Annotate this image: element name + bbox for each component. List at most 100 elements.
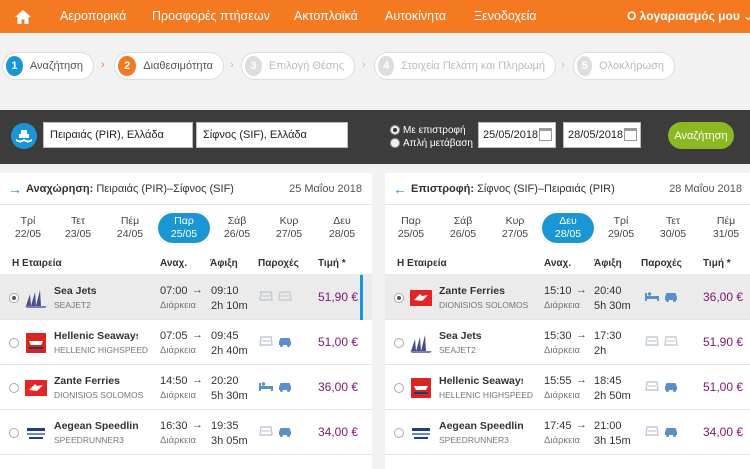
- chevron-right-icon: ›: [561, 59, 565, 71]
- outbound-header: → Αναχώρηση: Πειραιάς (PIR)–Σίφνος (SIF)…: [0, 173, 372, 205]
- outbound-title: Αναχώρηση:: [26, 183, 94, 195]
- day-tab[interactable]: Σάβ 26/05: [211, 213, 263, 243]
- col-price[interactable]: Τιμή *: [318, 258, 346, 269]
- inbound-header: ← Επιστροφή: Σίφνος (SIF)–Πειραιάς (PIR)…: [385, 173, 750, 205]
- row-radio[interactable]: [394, 428, 404, 438]
- day-date: 28/05: [328, 228, 356, 240]
- arrival-time: 21:00: [594, 420, 622, 432]
- col-departure: Αναχ.: [160, 258, 188, 269]
- row-radio[interactable]: [9, 338, 19, 348]
- nav-ferries[interactable]: Ακτοπλοϊκά: [294, 0, 358, 33]
- vessel-name: SEAJET2: [54, 300, 91, 310]
- table-row[interactable]: Sea Jets SEAJET2 07:00 → 09:10 Διάρκεια …: [0, 275, 372, 320]
- price: 51,90 €: [703, 335, 744, 349]
- return-date-input[interactable]: 28/05/2018: [563, 122, 641, 148]
- operator-logo-icon: [25, 422, 47, 444]
- duration-value: 5h 30m: [594, 300, 631, 312]
- operator-name: Hellenic Seaways: [439, 375, 523, 387]
- row-radio[interactable]: [394, 383, 404, 393]
- row-radio[interactable]: [9, 383, 19, 393]
- day-date: 30/05: [659, 228, 687, 240]
- calendar-icon[interactable]: [624, 128, 637, 141]
- day-name: Τρί: [613, 215, 629, 227]
- day-tab[interactable]: Δευ 28/05: [542, 213, 594, 243]
- table-row[interactable]: Hellenic Seaways HELLENIC HIGHSPEED 07:0…: [0, 320, 372, 365]
- step-label: Αναζήτηση: [29, 60, 83, 72]
- price: 34,00 €: [703, 425, 744, 439]
- origin-input[interactable]: Πειραιάς (PIR), Ελλάδα: [43, 122, 193, 148]
- operator-name: Zante Ferries: [54, 375, 120, 387]
- col-price[interactable]: Τιμή *: [703, 258, 731, 269]
- row-radio[interactable]: [9, 293, 19, 303]
- duration-label: Διάρκεια: [160, 345, 196, 356]
- day-tab[interactable]: Κυρ 27/05: [489, 213, 541, 243]
- step-label: Ολοκλήρωση: [599, 60, 664, 72]
- table-row[interactable]: Hellenic Seaways HELLENIC HIGHSPEED 15:5…: [385, 365, 750, 410]
- col-company: Η Εταιρεία: [397, 258, 447, 269]
- day-tab[interactable]: Πέμ 24/05: [104, 213, 156, 243]
- day-name: Σάβ: [453, 215, 473, 227]
- step-customer-payment: 4 Στοιχεία Πελάτη και Πληρωμή: [374, 52, 556, 80]
- step-completion: 5 Ολοκλήρωση: [573, 52, 675, 80]
- radio-round-trip[interactable]: Με επιστροφή: [390, 124, 466, 136]
- search-button[interactable]: Αναζήτηση: [668, 122, 734, 149]
- vessel-name: HELLENIC HIGHSPEED: [54, 345, 148, 355]
- radio-one-way[interactable]: Απλή μετάβαση: [390, 137, 473, 149]
- departure-date-input[interactable]: 25/05/2018: [478, 122, 556, 148]
- day-tab[interactable]: Παρ 25/05: [158, 213, 210, 243]
- day-tab[interactable]: Δευ 28/05: [316, 213, 368, 243]
- table-row[interactable]: Aegean Speedlines SPEEDRUNNER3 16:30 → 1…: [0, 410, 372, 455]
- day-tab[interactable]: Τετ 30/05: [647, 213, 699, 243]
- day-date: 27/05: [501, 228, 529, 240]
- amenity-icons: [258, 380, 293, 392]
- day-tab[interactable]: Σάβ 26/05: [437, 213, 489, 243]
- ferry-icon: [11, 123, 37, 149]
- day-tab[interactable]: Τετ 23/05: [52, 213, 104, 243]
- day-name: Σάβ: [227, 215, 247, 227]
- amenity-icons: [644, 425, 679, 437]
- duration-value: 5h 30m: [211, 390, 248, 402]
- duration-value: 3h 15m: [594, 435, 631, 447]
- col-amenities: Παροχές: [258, 258, 299, 269]
- day-date: 26/05: [223, 228, 251, 240]
- amenity-icons: [644, 290, 679, 302]
- step-number: 2: [118, 56, 137, 76]
- table-row[interactable]: Sea Jets SEAJET2 15:30 → 17:30 Διάρκεια …: [385, 320, 750, 365]
- step-search[interactable]: 1 Αναζήτηση: [2, 52, 94, 80]
- row-radio[interactable]: [394, 338, 404, 348]
- day-name: Πέμ: [120, 215, 140, 227]
- duration-value: 2h 10m: [211, 300, 248, 312]
- row-radio[interactable]: [9, 428, 19, 438]
- col-arrival: Άφιξη: [594, 258, 622, 269]
- account-label: Ο λογαριασμός μου: [627, 9, 740, 23]
- operator-logo-icon: [410, 422, 432, 444]
- vessel-name: SEAJET2: [439, 345, 476, 355]
- step-availability: 2 Διαθεσιμότητα: [114, 52, 224, 80]
- day-tab[interactable]: Παρ 25/05: [385, 213, 437, 243]
- nav-hotels[interactable]: Ξενοδοχεία: [474, 0, 537, 33]
- calendar-icon[interactable]: [539, 128, 552, 141]
- day-tab[interactable]: Κυρ 27/05: [263, 213, 315, 243]
- table-row[interactable]: Aegean Speedlines SPEEDRUNNER3 17:45 → 2…: [385, 410, 750, 455]
- row-radio[interactable]: [394, 293, 404, 303]
- day-name: Τρί: [20, 215, 36, 227]
- day-name: Παρ: [174, 215, 194, 227]
- nav-cars[interactable]: Αυτοκίνητα: [385, 0, 446, 33]
- operator-logo-icon: [410, 332, 432, 354]
- nav-flights[interactable]: Αεροπορικά: [60, 0, 126, 33]
- duration-value: 2h 40m: [211, 345, 248, 357]
- table-row[interactable]: Zante Ferries DIONISIOS SOLOMOS 15:10 → …: [385, 275, 750, 320]
- inbound-day-selector: Παρ 25/05 Σάβ 26/05 Κυρ 27/05 Δευ 28/05 Τρί 29/05…: [385, 213, 750, 243]
- nav-flight-offers[interactable]: Προσφορές πτήσεων: [152, 0, 270, 33]
- vessel-name: SPEEDRUNNER3: [54, 435, 124, 445]
- day-tab[interactable]: Πέμ 31/05: [700, 213, 750, 243]
- account-menu[interactable]: Ο λογαριασμός μου ⌄: [627, 0, 750, 33]
- day-tab[interactable]: Τρί 29/05: [595, 213, 647, 243]
- inbound-panel: ← Επιστροφή: Σίφνος (SIF)–Πειραιάς (PIR)…: [385, 173, 750, 469]
- day-tab[interactable]: Τρί 22/05: [2, 213, 54, 243]
- day-date: 26/05: [449, 228, 477, 240]
- home-icon[interactable]: [8, 0, 38, 33]
- table-row[interactable]: Zante Ferries DIONISIOS SOLOMOS 14:50 → …: [0, 365, 372, 410]
- arrow-right-icon: →: [8, 181, 22, 197]
- destination-input[interactable]: Σίφνος (SIF), Ελλάδα: [196, 122, 348, 148]
